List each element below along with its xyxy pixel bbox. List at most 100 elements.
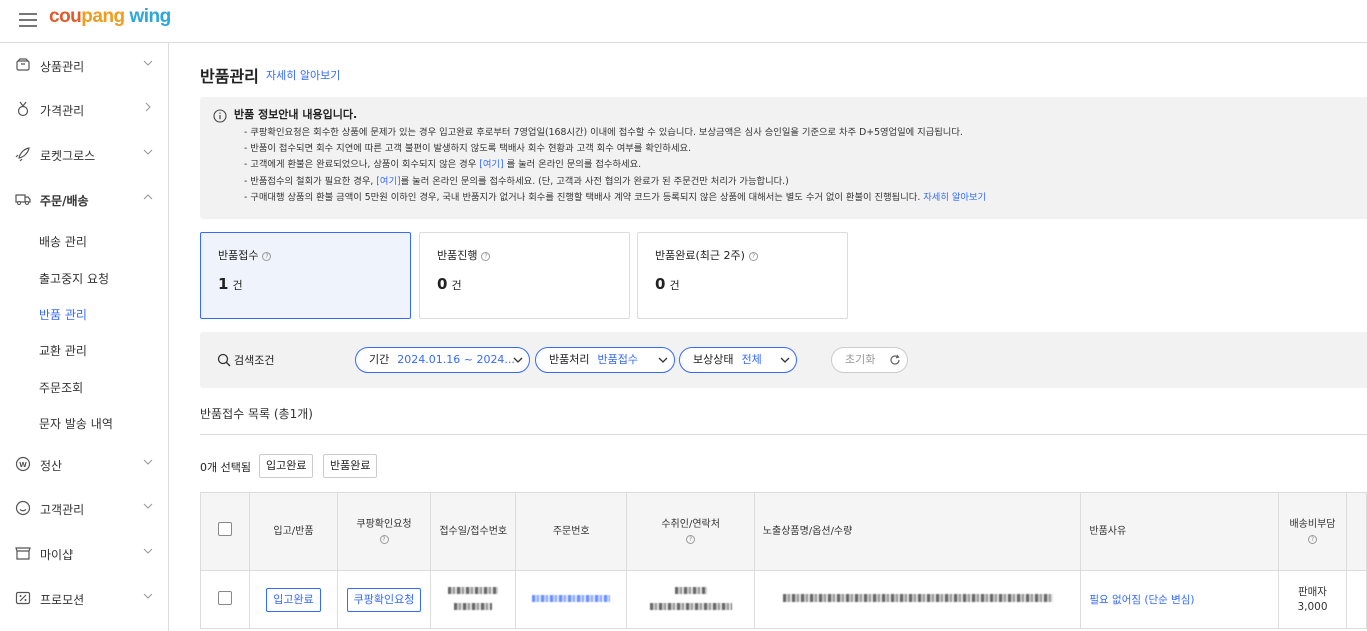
menu-icon[interactable] xyxy=(19,13,37,27)
help-icon[interactable]: ? xyxy=(686,534,696,544)
col-header-text: 수취인/연락처 xyxy=(661,518,720,530)
help-icon[interactable]: ? xyxy=(262,251,272,261)
chip-name: 보상상태 xyxy=(693,353,734,366)
sidebar-item-label: 상품관리 xyxy=(40,60,85,74)
chevron-down-icon xyxy=(780,357,790,363)
smile-icon xyxy=(15,500,31,516)
notice-list: - 쿠팡확인요청은 회수한 상품에 문제가 있는 경우 입고완료 후로부터 7영… xyxy=(244,125,986,206)
return-reason-link[interactable]: 필요 없어짐 (단순 변심) xyxy=(1089,594,1194,606)
notice-line: - 반품접수의 철회가 필요한 경우, [여기]를 눌러 온라인 문의를 접수하… xyxy=(244,174,986,190)
table-row: 입고완료 쿠팡확인요청 필요 없어짐 (단순 변심) 판매자 3,000 xyxy=(199,570,1367,629)
coupang-confirm-request-button[interactable]: 쿠팡확인요청 xyxy=(346,587,422,612)
sidebar-item-settlement[interactable]: W 정산 xyxy=(0,450,168,480)
chip-name: 반품처리 xyxy=(549,353,590,366)
redacted-text xyxy=(454,603,493,610)
redacted-order-number[interactable] xyxy=(532,595,611,602)
sidebar-item-label: 로켓그로스 xyxy=(40,149,96,163)
receive-complete-button[interactable]: 입고완료 xyxy=(266,587,321,612)
sidebar-item-label: 주문/배송 xyxy=(40,194,89,208)
row-checkbox[interactable] xyxy=(218,591,233,605)
sidebar-item-price[interactable]: 가격관리 xyxy=(0,95,168,125)
status-card-count-value: 1 xyxy=(218,275,229,293)
truck-icon xyxy=(15,194,31,205)
status-card-label-text: 반품완료(최근 2주) xyxy=(655,249,745,262)
row-shipping-cell: 판매자 3,000 xyxy=(1277,570,1348,629)
chip-value: 반품접수 xyxy=(597,353,638,366)
won-coin-icon: W xyxy=(15,456,31,472)
search-condition-label: 검색조건 xyxy=(234,354,275,367)
shipping-payer: 판매자 xyxy=(1297,585,1327,598)
col-header: 수취인/연락처? xyxy=(626,492,755,571)
sidebar-item-myshop[interactable]: 마이샵 xyxy=(0,539,168,569)
status-card-label: 반품진행? xyxy=(437,247,491,263)
sidebar: 상품관리 가격관리 로켓그로스 주문/배송 배송 관리 출고중지 요청 반품 관… xyxy=(0,43,169,631)
col-header-text: 배송비부담 xyxy=(1289,518,1336,530)
help-link[interactable]: 자세히 알아보기 xyxy=(266,67,340,83)
sidebar-subitem-exchange[interactable]: 교환 관리 xyxy=(39,342,87,359)
percent-icon xyxy=(15,591,31,605)
bulk-receive-complete-button[interactable]: 입고완료 xyxy=(259,454,314,478)
info-icon xyxy=(213,109,227,123)
bulk-return-complete-button[interactable]: 반품완료 xyxy=(323,454,378,478)
chip-name: 기간 xyxy=(369,353,390,366)
status-card-return-received[interactable]: 반품접수? 1건 xyxy=(200,232,411,319)
sidebar-item-label: 정산 xyxy=(40,459,63,473)
reset-button[interactable]: 초기화 xyxy=(831,347,908,373)
status-card-unit: 건 xyxy=(669,279,680,292)
redacted-product-name xyxy=(782,594,1053,602)
help-icon[interactable]: ? xyxy=(379,534,389,544)
help-icon[interactable]: ? xyxy=(1307,534,1317,544)
notice-text: - 구매대행 상품의 환불 금액이 5만원 이하인 경우, 국내 반품지가 없거… xyxy=(244,191,924,203)
col-header: 접수일/접수번호 xyxy=(430,492,516,571)
sidebar-subitem-delivery[interactable]: 배송 관리 xyxy=(39,233,87,250)
status-card-unit: 건 xyxy=(232,279,243,292)
chevron-down-icon xyxy=(143,149,153,155)
chip-value: 2024.01.16 ~ 2024... xyxy=(397,353,515,366)
notice-inquiry-link[interactable]: [여기] xyxy=(479,159,503,170)
sidebar-item-label: 고객관리 xyxy=(40,503,85,517)
page-title: 반품관리 xyxy=(200,67,259,86)
filter-chip-compensation[interactable]: 보상상태 전체 xyxy=(679,347,797,373)
row-product-cell xyxy=(753,570,1082,629)
help-icon[interactable]: ? xyxy=(481,251,491,261)
sidebar-item-rocket-growth[interactable]: 로켓그로스 xyxy=(0,140,168,170)
chevron-right-icon xyxy=(145,102,151,112)
rocket-icon xyxy=(15,147,30,162)
notice-text: 를 눌러 온라인 문의를 접수하세요. (단, 고객과 사전 협의가 완료가 된… xyxy=(400,175,789,187)
status-card-label: 반품완료(최근 2주)? xyxy=(655,247,758,263)
notice-text: 를 눌러 온라인 문의를 접수하세요. xyxy=(503,159,642,171)
sidebar-item-order-delivery[interactable]: 주문/배송 xyxy=(0,185,168,215)
sidebar-subitem-sms-history[interactable]: 문자 발송 내역 xyxy=(39,415,113,432)
sidebar-item-products[interactable]: 상품관리 xyxy=(0,51,168,81)
help-icon[interactable]: ? xyxy=(748,251,758,261)
chevron-down-icon xyxy=(143,459,153,465)
logo-part-wing: wing xyxy=(124,6,171,27)
sidebar-subitem-stop-shipping[interactable]: 출고중지 요청 xyxy=(39,270,109,287)
filter-chip-return-process[interactable]: 반품처리 반품접수 xyxy=(535,347,675,373)
reset-label: 초기화 xyxy=(845,353,876,366)
chevron-down-icon xyxy=(143,593,153,599)
sidebar-subitem-order-lookup[interactable]: 주문조회 xyxy=(39,379,83,396)
refresh-icon xyxy=(890,354,900,365)
status-card-return-progress[interactable]: 반품진행? 0건 xyxy=(419,232,630,319)
shop-icon xyxy=(15,547,31,560)
status-card-label-text: 반품접수 xyxy=(218,249,259,262)
status-card-return-complete[interactable]: 반품완료(최근 2주)? 0건 xyxy=(637,232,848,319)
sidebar-item-customer[interactable]: 고객관리 xyxy=(0,494,168,524)
sidebar-item-promotion[interactable]: 프로모션 xyxy=(0,584,168,614)
coupang-wing-logo[interactable]: coupang wing xyxy=(49,6,171,28)
select-all-checkbox[interactable] xyxy=(218,522,233,536)
row-reason-cell: 필요 없어짐 (단순 변심) xyxy=(1080,570,1279,629)
sidebar-subitem-returns[interactable]: 반품 관리 xyxy=(39,306,87,323)
price-medal-icon xyxy=(17,101,29,117)
chevron-down-icon xyxy=(513,357,523,363)
status-card-label: 반품접수? xyxy=(218,247,272,263)
notice-withdraw-link[interactable]: [여기] xyxy=(376,176,400,187)
notice-learn-more-link[interactable]: 자세히 알아보기 xyxy=(923,192,986,203)
filter-chip-period[interactable]: 기간 2024.01.16 ~ 2024... xyxy=(355,347,530,373)
redacted-text xyxy=(448,587,499,594)
notice-text: - 쿠팡확인요청은 회수한 상품에 문제가 있는 경우 입고완료 후로부터 7영… xyxy=(244,127,963,138)
selected-count: 0개 선택됨 xyxy=(200,461,251,474)
notice-box: 반품 정보안내 내용입니다. - 쿠팡확인요청은 회수한 상품에 문제가 있는 … xyxy=(200,97,1367,219)
col-header: 주문번호 xyxy=(514,492,628,571)
